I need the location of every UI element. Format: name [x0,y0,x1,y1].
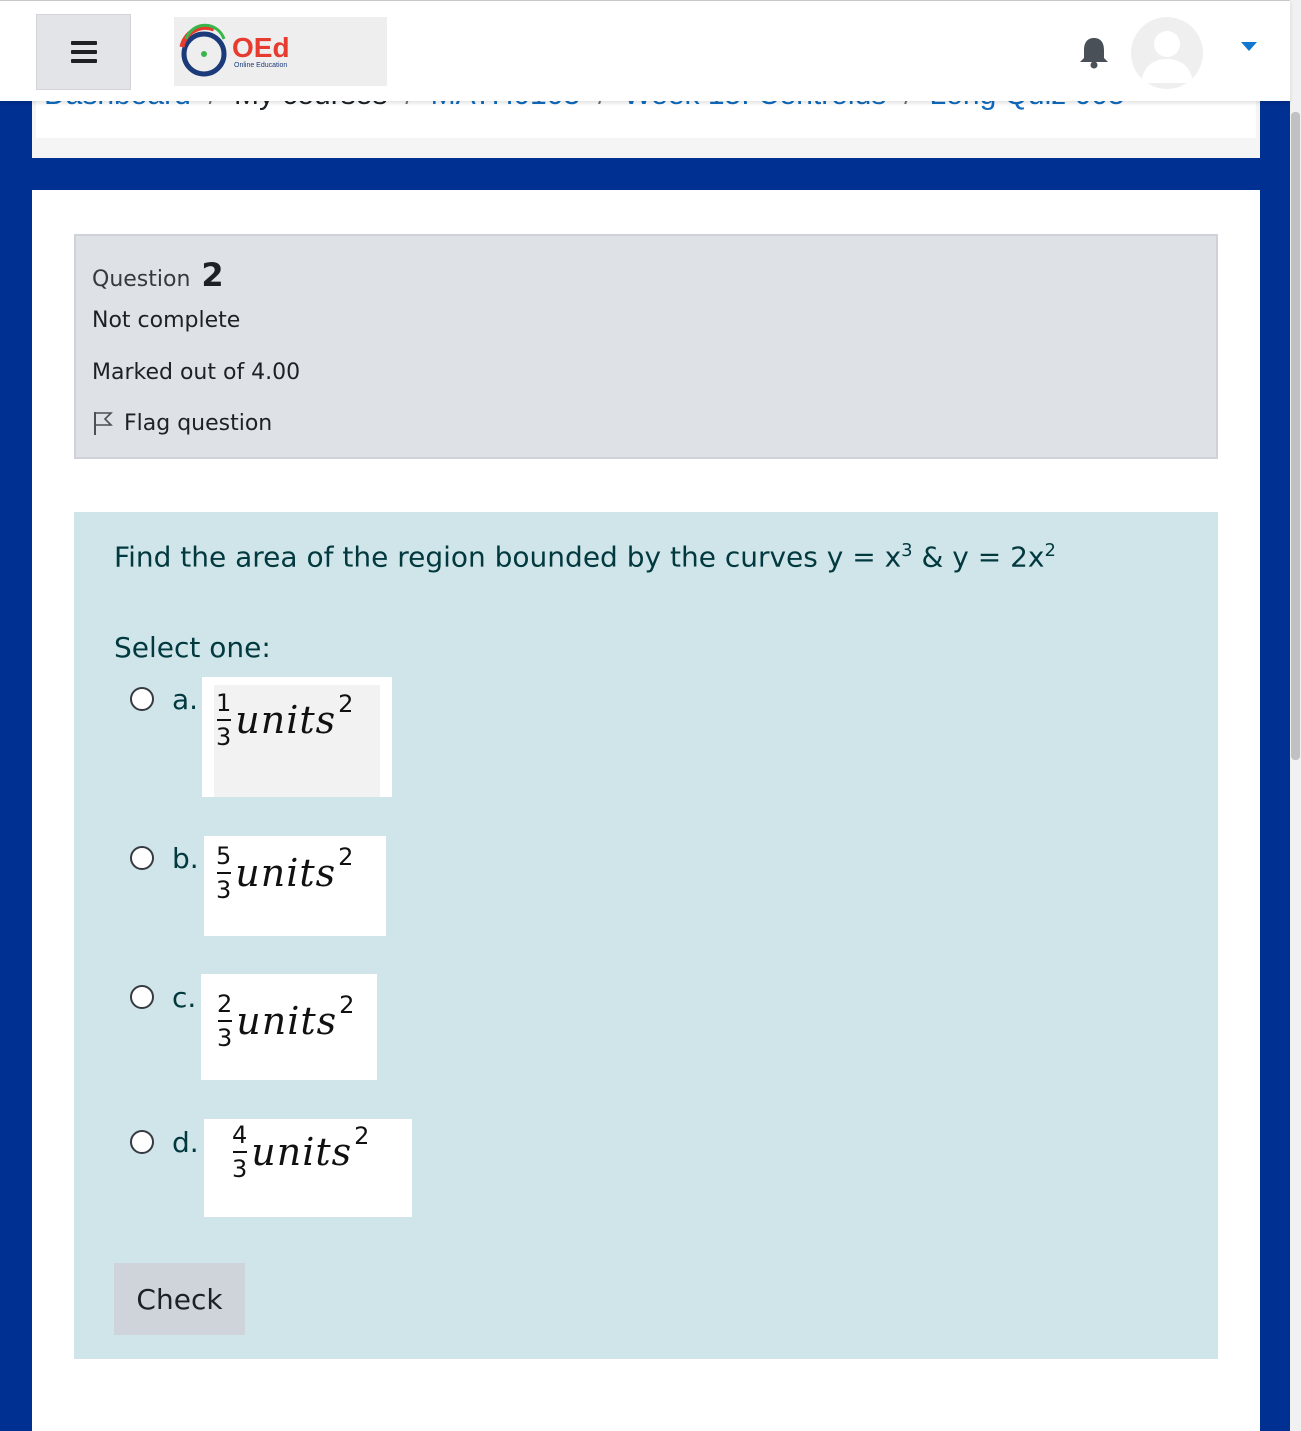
question-label-text: Question [92,267,191,292]
logo-subtext: Online Education [234,62,287,69]
user-avatar[interactable] [1131,17,1203,89]
scrollbar-thumb[interactable] [1291,112,1300,760]
option-a-image[interactable]: 1 3 units 2 [202,677,392,797]
option-c-power: 2 [339,991,355,1019]
question-text-part: Find the area of the region bounded by t… [114,540,902,574]
option-c-radio[interactable] [130,985,154,1009]
option-d-power: 2 [354,1122,370,1150]
option-b-radio[interactable] [130,846,154,870]
site-logo[interactable]: OEd Online Education [174,17,387,86]
option-a-denominator: 3 [216,723,232,751]
logo-text: OEd [232,32,290,63]
question-label: Question 2 [92,256,224,294]
option-d-unit: units [251,1130,353,1174]
question-number: 2 [201,256,224,294]
user-menu-caret-icon[interactable] [1241,42,1257,51]
select-one-prompt: Select one: [114,631,271,664]
option-a-numerator: 1 [216,689,232,717]
question-grade: Marked out of 4.00 [92,360,301,385]
flag-question-label: Flag question [124,410,273,436]
option-d-image[interactable]: 4 3 units 2 [204,1119,412,1217]
question-text: Find the area of the region bounded by t… [114,540,1056,573]
option-a-power: 2 [338,690,354,718]
flag-icon [94,412,113,435]
question-content: Find the area of the region bounded by t… [74,512,1218,1359]
question-text-part: & y = 2x [912,540,1045,574]
option-b-letter: b. [172,842,199,875]
option-b-unit: units [235,851,337,895]
option-d-letter: d. [172,1126,199,1159]
notification-bell-icon[interactable] [1076,34,1112,70]
option-a-unit: units [235,698,337,742]
option-c-numerator: 2 [217,990,233,1018]
option-d-radio[interactable] [130,1130,154,1154]
flag-question-link[interactable]: Flag question [92,410,272,436]
option-c-image[interactable]: 2 3 units 2 [201,974,377,1080]
option-b-image[interactable]: 5 3 units 2 [204,836,386,936]
menu-icon[interactable] [36,14,131,90]
option-b-denominator: 3 [216,876,232,904]
option-d-numerator: 4 [232,1121,248,1149]
option-c-letter: c. [172,981,197,1014]
option-a-radio[interactable] [130,687,154,711]
option-c-denominator: 3 [217,1024,233,1052]
question-info: Question 2 Not complete Marked out of 4.… [74,234,1218,459]
question-state: Not complete [92,308,241,333]
option-b-power: 2 [338,843,354,871]
question-exponent: 2 [1044,540,1056,561]
option-a-letter: a. [172,683,199,716]
option-c-unit: units [236,999,338,1043]
option-b-numerator: 5 [216,842,232,870]
option-d-denominator: 3 [232,1155,248,1183]
check-button[interactable]: Check [114,1263,245,1335]
top-navbar: OEd Online Education [0,0,1290,101]
question-exponent: 3 [901,540,913,561]
